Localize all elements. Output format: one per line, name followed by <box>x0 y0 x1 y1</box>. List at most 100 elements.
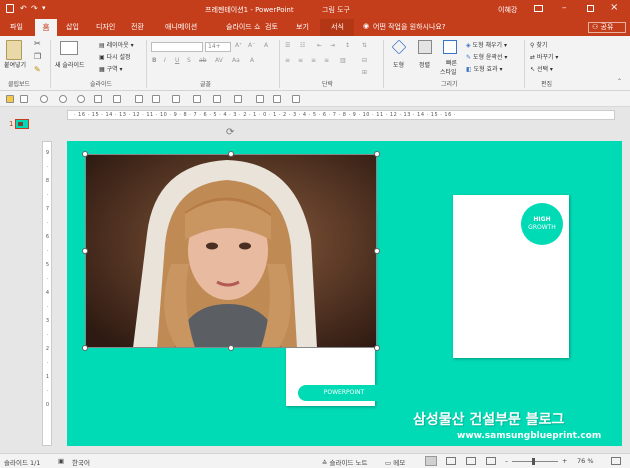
vertical-ruler[interactable]: 9 · 8 · 7 · 6 · 5 · 4 · 3 · 2 · 1 · 0 <box>42 141 52 446</box>
text-direction-icon[interactable]: ⇅ <box>362 42 367 49</box>
toolbar-icon[interactable] <box>234 95 242 103</box>
toolbar-icon[interactable] <box>292 95 300 103</box>
paste-icon[interactable] <box>6 40 22 60</box>
char-spacing-icon[interactable]: AV <box>215 57 223 64</box>
increase-indent-icon[interactable]: ⇥ <box>330 42 335 49</box>
toolbar-icon[interactable] <box>172 95 180 103</box>
zoom-in-icon[interactable]: + <box>562 457 567 465</box>
italic-icon[interactable]: I <box>164 57 166 64</box>
shadow-icon[interactable]: S <box>187 57 191 64</box>
shapes-button[interactable]: 도형 <box>393 60 404 69</box>
justify-icon[interactable]: ≡ <box>324 57 329 64</box>
image-tool-icon[interactable] <box>6 95 14 103</box>
slide-canvas[interactable]: POWERPOINT HIGH GROWTH 삼성물산 건설부문 블로그 www… <box>67 141 622 446</box>
high-growth-badge[interactable]: HIGH GROWTH <box>521 203 563 245</box>
arrange-icon[interactable] <box>418 40 432 54</box>
toolbar-icon[interactable] <box>94 95 102 103</box>
resize-handle-nw[interactable] <box>82 151 88 157</box>
change-case-icon[interactable]: Aa <box>232 57 240 64</box>
resize-handle-sw[interactable] <box>82 345 88 351</box>
tab-review[interactable]: 검토 <box>265 22 278 32</box>
cut-icon[interactable]: ✂ <box>34 39 41 48</box>
align-center-icon[interactable]: ≡ <box>298 57 303 64</box>
slide-thumbnail[interactable] <box>15 119 29 129</box>
user-name[interactable]: 이혜강 <box>498 5 517 15</box>
tab-transitions[interactable]: 전환 <box>131 22 144 32</box>
zoom-out-icon[interactable]: – <box>505 457 508 465</box>
decrease-indent-icon[interactable]: ⇤ <box>317 42 322 49</box>
bullets-icon[interactable]: ☰ <box>285 42 290 49</box>
section-button[interactable]: ▦ 구역 ▾ <box>99 64 123 73</box>
notes-button[interactable]: ≙ 슬라이드 노트 <box>322 457 367 467</box>
zoom-level[interactable]: 76 % <box>577 457 594 465</box>
tab-design[interactable]: 디자인 <box>96 22 115 32</box>
decrease-font-icon[interactable]: A⁻ <box>248 42 255 49</box>
tell-me-box[interactable]: 어떤 작업을 원하시나요? <box>373 22 446 32</box>
numbering-icon[interactable]: ☷ <box>300 42 305 49</box>
increase-font-icon[interactable]: A⁺ <box>235 42 242 49</box>
font-name-box[interactable] <box>151 42 203 52</box>
strikethrough-icon[interactable]: ab <box>199 57 207 64</box>
horizontal-ruler[interactable]: · 16 · 15 · 14 · 13 · 12 · 11 · 10 · 9 ·… <box>67 110 615 120</box>
resize-handle-se[interactable] <box>374 345 380 351</box>
normal-view-icon[interactable] <box>425 456 437 466</box>
customize-qat-icon[interactable]: ▾ <box>42 4 46 12</box>
line-spacing-icon[interactable]: ↕ <box>345 42 350 49</box>
tab-view[interactable]: 보기 <box>296 22 309 32</box>
find-button[interactable]: ⚲ 찾기 <box>530 40 547 49</box>
spell-check-icon[interactable]: ▣ <box>58 457 64 465</box>
reset-button[interactable]: ▣ 다시 설정 <box>99 52 131 61</box>
shape-outline-button[interactable]: ✎ 도형 윤곽선 ▾ <box>466 52 507 61</box>
layout-button[interactable]: ▤ 레이아웃 ▾ <box>99 40 134 49</box>
tab-file[interactable]: 파일 <box>10 22 23 32</box>
fit-slide-icon[interactable] <box>611 457 621 465</box>
bold-icon[interactable]: B <box>152 57 157 64</box>
font-size-box[interactable]: 14+ <box>205 42 231 52</box>
toolbar-icon[interactable] <box>77 95 85 103</box>
resize-handle-s[interactable] <box>228 345 234 351</box>
toolbar-icon[interactable] <box>135 95 143 103</box>
quick-styles-line2[interactable]: 스타일 <box>440 67 457 76</box>
collapse-ribbon-icon[interactable]: ⌃ <box>617 78 622 85</box>
white-card-right[interactable]: HIGH GROWTH <box>453 195 569 358</box>
resize-handle-ne[interactable] <box>374 151 380 157</box>
replace-button[interactable]: ⇄ 바꾸기 ▾ <box>530 52 558 61</box>
close-icon[interactable]: × <box>610 2 618 13</box>
clear-format-icon[interactable]: A <box>264 42 268 49</box>
tab-insert[interactable]: 삽입 <box>66 22 79 32</box>
copy-icon[interactable]: ❐ <box>34 52 41 61</box>
select-button[interactable]: ↖ 선택 ▾ <box>530 64 553 73</box>
smartart-icon[interactable]: ⊞ <box>362 69 367 76</box>
shape-fill-button[interactable]: ◈ 도형 채우기 ▾ <box>466 40 507 49</box>
zoom-slider[interactable] <box>512 461 558 462</box>
comments-button[interactable]: ▭ 메모 <box>385 457 405 467</box>
toolbar-icon[interactable] <box>193 95 201 103</box>
slideshow-icon[interactable] <box>486 457 496 465</box>
align-left-icon[interactable]: ≡ <box>285 57 290 64</box>
tab-slideshow[interactable]: 슬라이드 쇼 <box>226 22 260 32</box>
quick-styles-line1[interactable]: 빠른 <box>446 58 457 67</box>
rotate-handle-icon[interactable]: ⟳ <box>226 127 234 138</box>
toolbar-icon[interactable] <box>113 95 121 103</box>
shapes-icon[interactable] <box>391 39 407 55</box>
toolbar-icon[interactable] <box>40 95 48 103</box>
maximize-icon[interactable] <box>587 5 594 12</box>
reading-view-icon[interactable] <box>466 457 476 465</box>
toolbar-icon[interactable] <box>59 95 67 103</box>
quick-styles-icon[interactable] <box>443 40 457 54</box>
toolbar-icon[interactable] <box>152 95 160 103</box>
undo-icon[interactable]: ↶ <box>20 4 27 13</box>
tab-format[interactable]: 서식 <box>331 22 344 32</box>
share-button[interactable]: ⚇ 공유 <box>588 22 626 33</box>
save-icon[interactable] <box>6 4 14 13</box>
paste-button-label[interactable]: 붙여넣기 <box>4 60 26 69</box>
columns-icon[interactable]: ▥ <box>340 57 346 64</box>
resize-handle-w[interactable] <box>82 248 88 254</box>
resize-handle-n[interactable] <box>228 151 234 157</box>
toolbar-icon[interactable] <box>213 95 221 103</box>
align-text-icon[interactable]: ⊟ <box>362 57 367 64</box>
ribbon-display-icon[interactable] <box>534 5 543 12</box>
font-color-icon[interactable]: A <box>250 57 254 64</box>
toolbar-icon[interactable] <box>273 95 281 103</box>
toolbar-icon[interactable] <box>256 95 264 103</box>
